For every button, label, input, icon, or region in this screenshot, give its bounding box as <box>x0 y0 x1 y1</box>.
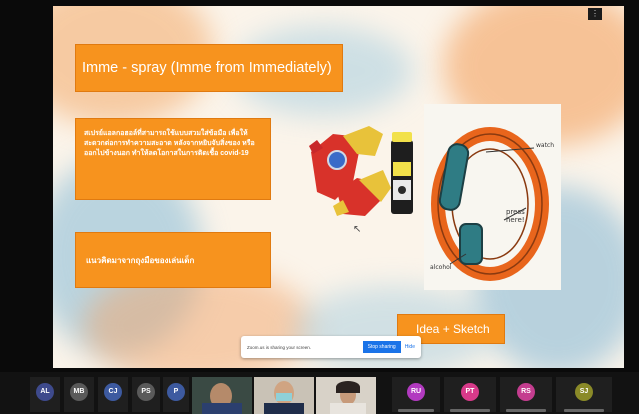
participant-avatar: P <box>167 383 185 401</box>
bracelet-sketch: watch press here! alcohol <box>424 104 561 290</box>
participant-avatar: PS <box>137 383 155 401</box>
inspiration-note: แนวคิดมาจากถุงมือของเล่นเด็ก <box>75 232 271 288</box>
participant-video[interactable] <box>254 377 314 414</box>
participant-avatar: RS <box>517 383 535 401</box>
notification-message: Zoom.us is sharing your screen. <box>247 344 312 350</box>
sketch-label-press: press here! <box>506 208 525 224</box>
participant-avatar: CJ <box>104 383 122 401</box>
participant-avatar: SJ <box>575 383 593 401</box>
participant-video[interactable] <box>192 377 252 414</box>
participant-name <box>564 409 604 412</box>
more-options-icon[interactable]: ⋮ <box>588 8 602 20</box>
toy-glove-spray-image <box>309 126 413 216</box>
participant-name <box>506 409 546 412</box>
screen-share-notification: Zoom.us is sharing your screen. Stop sha… <box>241 336 421 358</box>
shared-slide: Imme - spray (Imme from Immediately) สเป… <box>53 6 624 368</box>
participant-avatar: RU <box>407 383 425 401</box>
participant-name <box>450 409 490 412</box>
participant-avatar: PT <box>461 383 479 401</box>
hide-button[interactable]: Hide <box>405 344 415 350</box>
sketch-label-alcohol: alcohol <box>430 264 452 271</box>
mouse-cursor-icon: ↖ <box>353 224 362 235</box>
participant-video[interactable] <box>316 377 376 414</box>
participant-name <box>398 409 434 412</box>
sketch-label-watch: watch <box>536 142 555 149</box>
participant-avatar: MB <box>70 383 88 401</box>
bracelet-drawing <box>431 127 549 281</box>
participant-avatar: AL <box>36 383 54 401</box>
stop-sharing-button[interactable]: Stop sharing <box>362 341 401 353</box>
slide-title: Imme - spray (Imme from Immediately) <box>75 44 343 92</box>
product-description: สเปรย์แอลกอฮอล์ที่สามารถใช้แบบสวมใส่ข้อม… <box>75 118 271 200</box>
